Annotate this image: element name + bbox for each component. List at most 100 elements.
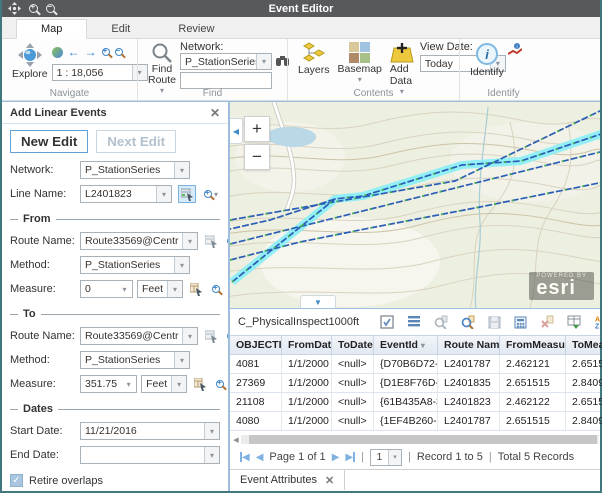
field-calculator-icon[interactable] xyxy=(514,314,527,331)
zoom-in-icon[interactable]: + xyxy=(29,4,38,13)
first-page-icon[interactable]: ◀ xyxy=(240,452,250,463)
page-select-combobox[interactable]: 1 ▾ xyxy=(370,449,402,466)
start-date-picker[interactable]: 11/21/2016 ▾ xyxy=(80,422,220,440)
scroll-left-icon[interactable]: ◀ xyxy=(231,436,241,444)
identify-button[interactable]: i Identify xyxy=(466,41,508,88)
delete-selected-icon[interactable] xyxy=(540,314,554,331)
zoom-out-icon[interactable]: − xyxy=(46,4,55,13)
scale-combobox[interactable]: 1 : 18,056 ▾ xyxy=(52,64,148,81)
switch-selection-icon[interactable] xyxy=(380,314,394,331)
horizontal-scrollbar[interactable]: ◀ xyxy=(230,434,600,445)
ribbon-zoom-in-icon[interactable]: + xyxy=(102,48,110,56)
chevron-down-icon[interactable]: ▾ xyxy=(182,328,197,344)
column-header[interactable]: Route Name xyxy=(438,336,500,354)
line-name-combobox[interactable]: L2401823 ▾ xyxy=(80,185,172,203)
table-row[interactable]: 21108 1/1/2000 <null> {61B435A8-32 L2401… xyxy=(230,393,600,412)
column-header[interactable]: ToDate xyxy=(332,336,374,354)
chevron-down-icon[interactable]: ▾ xyxy=(214,190,218,199)
to-unit-combobox[interactable]: Feet ▾ xyxy=(141,375,187,393)
map-zoom-in-button[interactable]: + xyxy=(244,116,270,142)
to-route-name-label: Route Name: xyxy=(10,330,80,342)
show-all-records-icon[interactable] xyxy=(407,314,421,331)
tab-map[interactable]: Map xyxy=(16,19,87,39)
tab-event-attributes[interactable]: Event Attributes ✕ xyxy=(230,470,345,490)
previous-page-icon[interactable]: ◀ xyxy=(256,452,264,463)
pan-icon[interactable] xyxy=(8,2,21,15)
chevron-down-icon[interactable]: ▾ xyxy=(182,233,197,249)
scrollbar-thumb[interactable] xyxy=(249,435,597,444)
table-toolbar: C_PhysicalInspect1000ft AZ xyxy=(230,309,600,335)
new-edit-button[interactable]: New Edit xyxy=(10,130,88,153)
chevron-down-icon[interactable]: ▾ xyxy=(117,281,132,297)
chevron-down-icon[interactable]: ▾ xyxy=(174,162,189,178)
group-identify: i Identify i Identify xyxy=(459,39,547,100)
column-header[interactable]: FromDate xyxy=(282,336,332,354)
table-row[interactable]: 27369 1/1/2000 <null> {D1E8F76D-F L24018… xyxy=(230,374,600,393)
from-measure-input[interactable]: 0 ▾ xyxy=(80,280,133,298)
ribbon: Explore ← → + − 1 : 18,056 ▾ Na xyxy=(2,39,600,101)
chevron-down-icon[interactable]: ▾ xyxy=(256,54,271,69)
next-extent-icon[interactable]: → xyxy=(85,47,97,57)
chevron-down-icon[interactable]: ▾ xyxy=(171,376,186,392)
to-method-combobox[interactable]: P_StationSeries ▾ xyxy=(80,351,190,369)
group-label-find: Find xyxy=(138,88,287,99)
collapse-panel-arrow[interactable]: ◀ xyxy=(230,118,243,144)
footer-tab-bar: Event Attributes ✕ xyxy=(230,469,600,490)
close-tab-icon[interactable]: ✕ xyxy=(325,474,334,487)
ribbon-network-combobox[interactable]: P_StationSeries ▾ xyxy=(180,53,272,70)
map-zoom-out-button[interactable]: − xyxy=(244,144,270,170)
column-header[interactable]: ToMea xyxy=(566,336,602,354)
table-header-row: OBJECTID FromDate ToDate EventId ▾ Route… xyxy=(230,335,600,355)
table-row[interactable]: 4080 1/1/2000 <null> {1EF4B260-F0 L24017… xyxy=(230,412,600,431)
column-header-sorted[interactable]: EventId ▾ xyxy=(374,336,438,354)
pan-to-selection-icon[interactable] xyxy=(461,314,475,331)
chevron-down-icon[interactable]: ▾ xyxy=(174,257,189,273)
collapse-table-arrow[interactable]: ▼ xyxy=(300,295,336,308)
find-route-input[interactable] xyxy=(180,72,272,89)
from-unit-combobox[interactable]: Feet ▾ xyxy=(137,280,183,298)
tab-edit[interactable]: Edit xyxy=(87,20,154,38)
select-to-measure-on-map-icon[interactable] xyxy=(193,375,208,393)
from-route-name-combobox[interactable]: Route33569@Centr ▾ xyxy=(80,232,198,250)
ribbon-zoom-out-icon[interactable]: − xyxy=(115,48,123,56)
network-combobox[interactable]: P_StationSeries ▾ xyxy=(80,161,190,179)
zoom-to-line-icon[interactable]: + xyxy=(204,190,212,198)
next-edit-button[interactable]: Next Edit xyxy=(96,130,176,153)
select-line-on-map-icon[interactable] xyxy=(178,185,196,203)
save-icon[interactable] xyxy=(488,314,501,331)
table-row[interactable]: 4081 1/1/2000 <null> {D70B6D72-3 L240178… xyxy=(230,355,600,374)
sort-icon[interactable]: AZ xyxy=(594,314,602,331)
sort-indicator-icon[interactable]: ▾ xyxy=(421,341,425,350)
from-method-combobox[interactable]: P_StationSeries ▾ xyxy=(80,256,190,274)
select-from-route-on-map-icon[interactable] xyxy=(204,232,219,250)
zoom-to-selection-icon[interactable] xyxy=(434,314,448,331)
chevron-down-icon[interactable]: ▾ xyxy=(388,450,401,465)
column-header[interactable]: OBJECTID xyxy=(230,336,282,354)
next-page-icon[interactable]: ▶ xyxy=(332,452,340,463)
select-to-route-on-map-icon[interactable] xyxy=(204,327,219,345)
chevron-down-icon[interactable]: ▾ xyxy=(121,376,136,392)
column-header[interactable]: FromMeasure xyxy=(500,336,566,354)
to-route-name-combobox[interactable]: Route33569@Centr ▾ xyxy=(80,327,198,345)
chevron-down-icon[interactable]: ▾ xyxy=(167,281,182,297)
zoom-to-from-measure-icon[interactable]: + xyxy=(212,285,220,293)
chevron-down-icon[interactable]: ▾ xyxy=(204,423,219,439)
end-date-picker[interactable]: ▾ xyxy=(80,446,220,464)
export-table-icon[interactable] xyxy=(567,314,581,331)
zoom-to-to-route-icon[interactable]: + xyxy=(227,332,228,340)
chevron-down-icon[interactable]: ▾ xyxy=(174,352,189,368)
tab-review[interactable]: Review xyxy=(154,20,238,38)
zoom-to-from-route-icon[interactable]: + xyxy=(227,237,228,245)
full-extent-icon[interactable] xyxy=(52,47,63,58)
chevron-down-icon[interactable]: ▾ xyxy=(204,447,219,463)
to-measure-input[interactable]: 351.75 ▾ xyxy=(80,375,137,393)
last-page-icon[interactable]: ▶ xyxy=(345,452,355,463)
zoom-to-to-measure-icon[interactable]: + xyxy=(216,380,224,388)
map-view[interactable]: + − ◀ ▼ POWERED BY esri xyxy=(230,102,600,308)
previous-extent-icon[interactable]: ← xyxy=(68,47,80,57)
chevron-down-icon[interactable]: ▾ xyxy=(156,186,171,202)
select-from-measure-on-map-icon[interactable] xyxy=(189,280,204,298)
explore-button[interactable]: Explore xyxy=(8,41,52,88)
retire-overlaps-checkbox[interactable]: ✓ Retire overlaps xyxy=(10,474,220,487)
identify-route-icon[interactable]: i xyxy=(508,43,522,57)
